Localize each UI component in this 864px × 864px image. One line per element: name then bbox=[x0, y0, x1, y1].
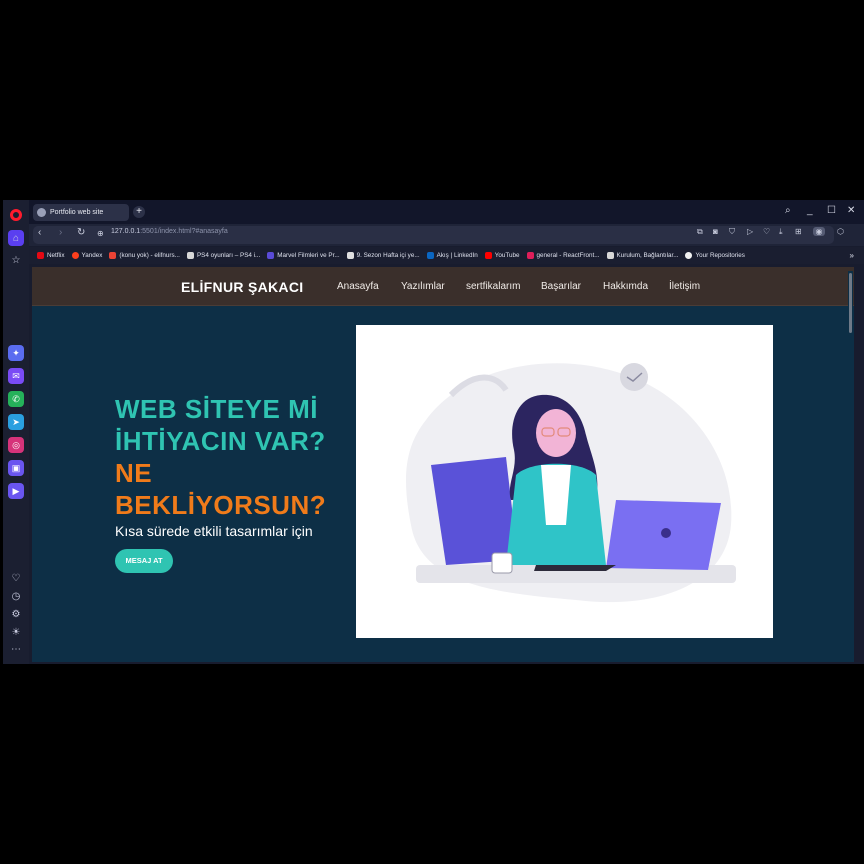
nav-link-hakkimda[interactable]: Hakkımda bbox=[603, 281, 648, 292]
bookmark-netflix[interactable]: Netflix bbox=[37, 252, 65, 259]
bookmark-ps4[interactable]: PS4 oyunları – PS4 i... bbox=[186, 252, 260, 259]
bookmark-slack[interactable]: general - ReactFront... bbox=[526, 252, 600, 259]
settings-icon[interactable]: ⚙ bbox=[8, 606, 24, 622]
download-icon[interactable]: ⤓ bbox=[779, 227, 783, 237]
nav-link-anasayfa[interactable]: Anasayfa bbox=[337, 281, 379, 292]
woman-laptop-illustration bbox=[406, 363, 736, 603]
opera-sidebar: ⌂ ☆ ✦ ✉ ✆ ➤ ◎ ▣ ▶ ♡ ◷ ⚙ ☀ ⋯ bbox=[3, 200, 29, 664]
site-brand[interactable]: ELİFNUR ŞAKACI bbox=[181, 279, 303, 295]
browser-window: ⌂ ☆ ✦ ✉ ✆ ➤ ◎ ▣ ▶ ♡ ◷ ⚙ ☀ ⋯ Portfolio we… bbox=[3, 200, 864, 664]
bookmark-sezon[interactable]: 9. Sezon Hafta içi ye... bbox=[346, 252, 420, 259]
linkedin-icon bbox=[426, 252, 434, 259]
bookmark-linkedin[interactable]: Akış | LinkedIn bbox=[426, 252, 478, 259]
box-icon[interactable]: ⬡ bbox=[837, 227, 844, 236]
share-icon[interactable]: ⧉ bbox=[697, 227, 703, 237]
speed-dial-icon[interactable]: ☆ bbox=[8, 252, 24, 268]
hero-illustration bbox=[356, 325, 773, 638]
camera-icon[interactable]: ◙ bbox=[713, 227, 718, 236]
maximize-button[interactable]: ☐ bbox=[827, 205, 836, 216]
extensions-icon[interactable]: ⊞ bbox=[795, 227, 802, 236]
home-icon[interactable]: ⌂ bbox=[8, 230, 24, 246]
bookmark-gmail[interactable]: (konu yok) - elifnurs... bbox=[109, 252, 180, 259]
gmail-icon bbox=[109, 252, 117, 259]
marvel-icon bbox=[267, 252, 275, 259]
bookmark-youtube[interactable]: YouTube bbox=[484, 252, 520, 259]
tips-icon[interactable]: ☀ bbox=[8, 624, 24, 640]
telegram-icon[interactable]: ➤ bbox=[8, 414, 24, 430]
instagram-icon[interactable]: ◎ bbox=[8, 437, 24, 453]
close-button[interactable]: ✕ bbox=[847, 205, 855, 216]
nav-link-sertifikalar[interactable]: sertfikalarım bbox=[466, 281, 520, 292]
page-icon bbox=[606, 252, 614, 259]
web-page: ELİFNUR ŞAKACI Anasayfa Yazılımlar sertf… bbox=[32, 267, 854, 662]
globe-icon bbox=[37, 208, 46, 217]
nav-link-basarilar[interactable]: Başarılar bbox=[541, 281, 581, 292]
search-icon[interactable]: ⌕ bbox=[785, 205, 791, 216]
messenger-icon[interactable]: ✉ bbox=[8, 368, 24, 384]
bookmark-marvel[interactable]: Marvel Filmleri ve Pr... bbox=[267, 252, 340, 259]
tab-title: Portfolio web site bbox=[50, 209, 104, 216]
message-button[interactable]: MESAJ AT bbox=[115, 549, 173, 573]
opera-logo-icon[interactable] bbox=[10, 209, 22, 221]
slack-icon bbox=[526, 252, 534, 259]
page-icon bbox=[346, 252, 354, 259]
ps4-icon bbox=[186, 252, 194, 259]
site-info-icon[interactable]: ⊕ bbox=[97, 229, 104, 238]
nav-link-iletisim[interactable]: İletişim bbox=[669, 281, 700, 292]
back-button[interactable]: ‹ bbox=[38, 227, 41, 238]
bookmarks-bar: Netflix Yandex (konu yok) - elifnurs... … bbox=[29, 247, 864, 264]
whatsapp-icon[interactable]: ✆ bbox=[8, 391, 24, 407]
heart-icon[interactable]: ♡ bbox=[8, 570, 24, 586]
address-bar: ‹ › ↻ ⊕ 127.0.0.1:5501/index.html?#anasa… bbox=[29, 224, 864, 246]
site-navbar: ELİFNUR ŞAKACI Anasayfa Yazılımlar sertf… bbox=[32, 267, 854, 306]
minimize-button[interactable]: _ bbox=[807, 205, 813, 216]
url-text[interactable]: 127.0.0.1:5501/index.html?#anasayfa bbox=[111, 228, 228, 235]
bookmark-github[interactable]: Your Repositories bbox=[685, 252, 745, 259]
tab-bar: Portfolio web site + ⌕ _ ☐ ✕ bbox=[29, 200, 864, 224]
scroll-thumb[interactable] bbox=[849, 273, 852, 333]
page-scrollbar[interactable] bbox=[848, 271, 853, 653]
hero-headline-1: WEB SİTEYE Mİ bbox=[115, 394, 318, 424]
github-icon bbox=[685, 252, 693, 259]
hero-headline-4: BEKLİYORSUN? bbox=[115, 490, 327, 520]
bookmark-yandex[interactable]: Yandex bbox=[71, 252, 102, 259]
new-tab-button[interactable]: + bbox=[133, 206, 145, 218]
more-bookmarks-icon[interactable]: » bbox=[850, 251, 854, 260]
hero-subtitle: Kısa sürede etkili tasarımlar için bbox=[115, 523, 313, 539]
history-icon[interactable]: ◷ bbox=[8, 588, 24, 604]
heart-icon[interactable]: ♡ bbox=[763, 227, 770, 236]
shield-icon[interactable]: ⛉ bbox=[729, 227, 735, 237]
netflix-icon bbox=[37, 252, 44, 259]
forward-button[interactable]: › bbox=[59, 227, 62, 238]
aria-icon[interactable]: ✦ bbox=[8, 345, 24, 361]
youtube-icon bbox=[484, 252, 492, 259]
hero-text: WEB SİTEYE Mİ İHTİYACIN VAR? NE BEKLİYOR… bbox=[115, 393, 326, 573]
profile-icon[interactable]: ◉ bbox=[813, 227, 825, 236]
yandex-icon bbox=[71, 252, 79, 259]
video-icon[interactable]: ▶ bbox=[8, 483, 24, 499]
reload-button[interactable]: ↻ bbox=[77, 227, 85, 238]
tab-portfolio[interactable]: Portfolio web site bbox=[33, 204, 129, 221]
hero-headline-2: İHTİYACIN VAR? bbox=[115, 426, 326, 456]
player-icon[interactable]: ▣ bbox=[8, 460, 24, 476]
nav-link-yazilimlar[interactable]: Yazılımlar bbox=[401, 281, 445, 292]
more-icon[interactable]: ⋯ bbox=[8, 641, 24, 657]
bookmark-kurulum[interactable]: Kurulum, Bağlantılar... bbox=[606, 252, 678, 259]
hero-headline-3: NE bbox=[115, 458, 153, 488]
play-icon[interactable]: ▷ bbox=[747, 227, 753, 236]
